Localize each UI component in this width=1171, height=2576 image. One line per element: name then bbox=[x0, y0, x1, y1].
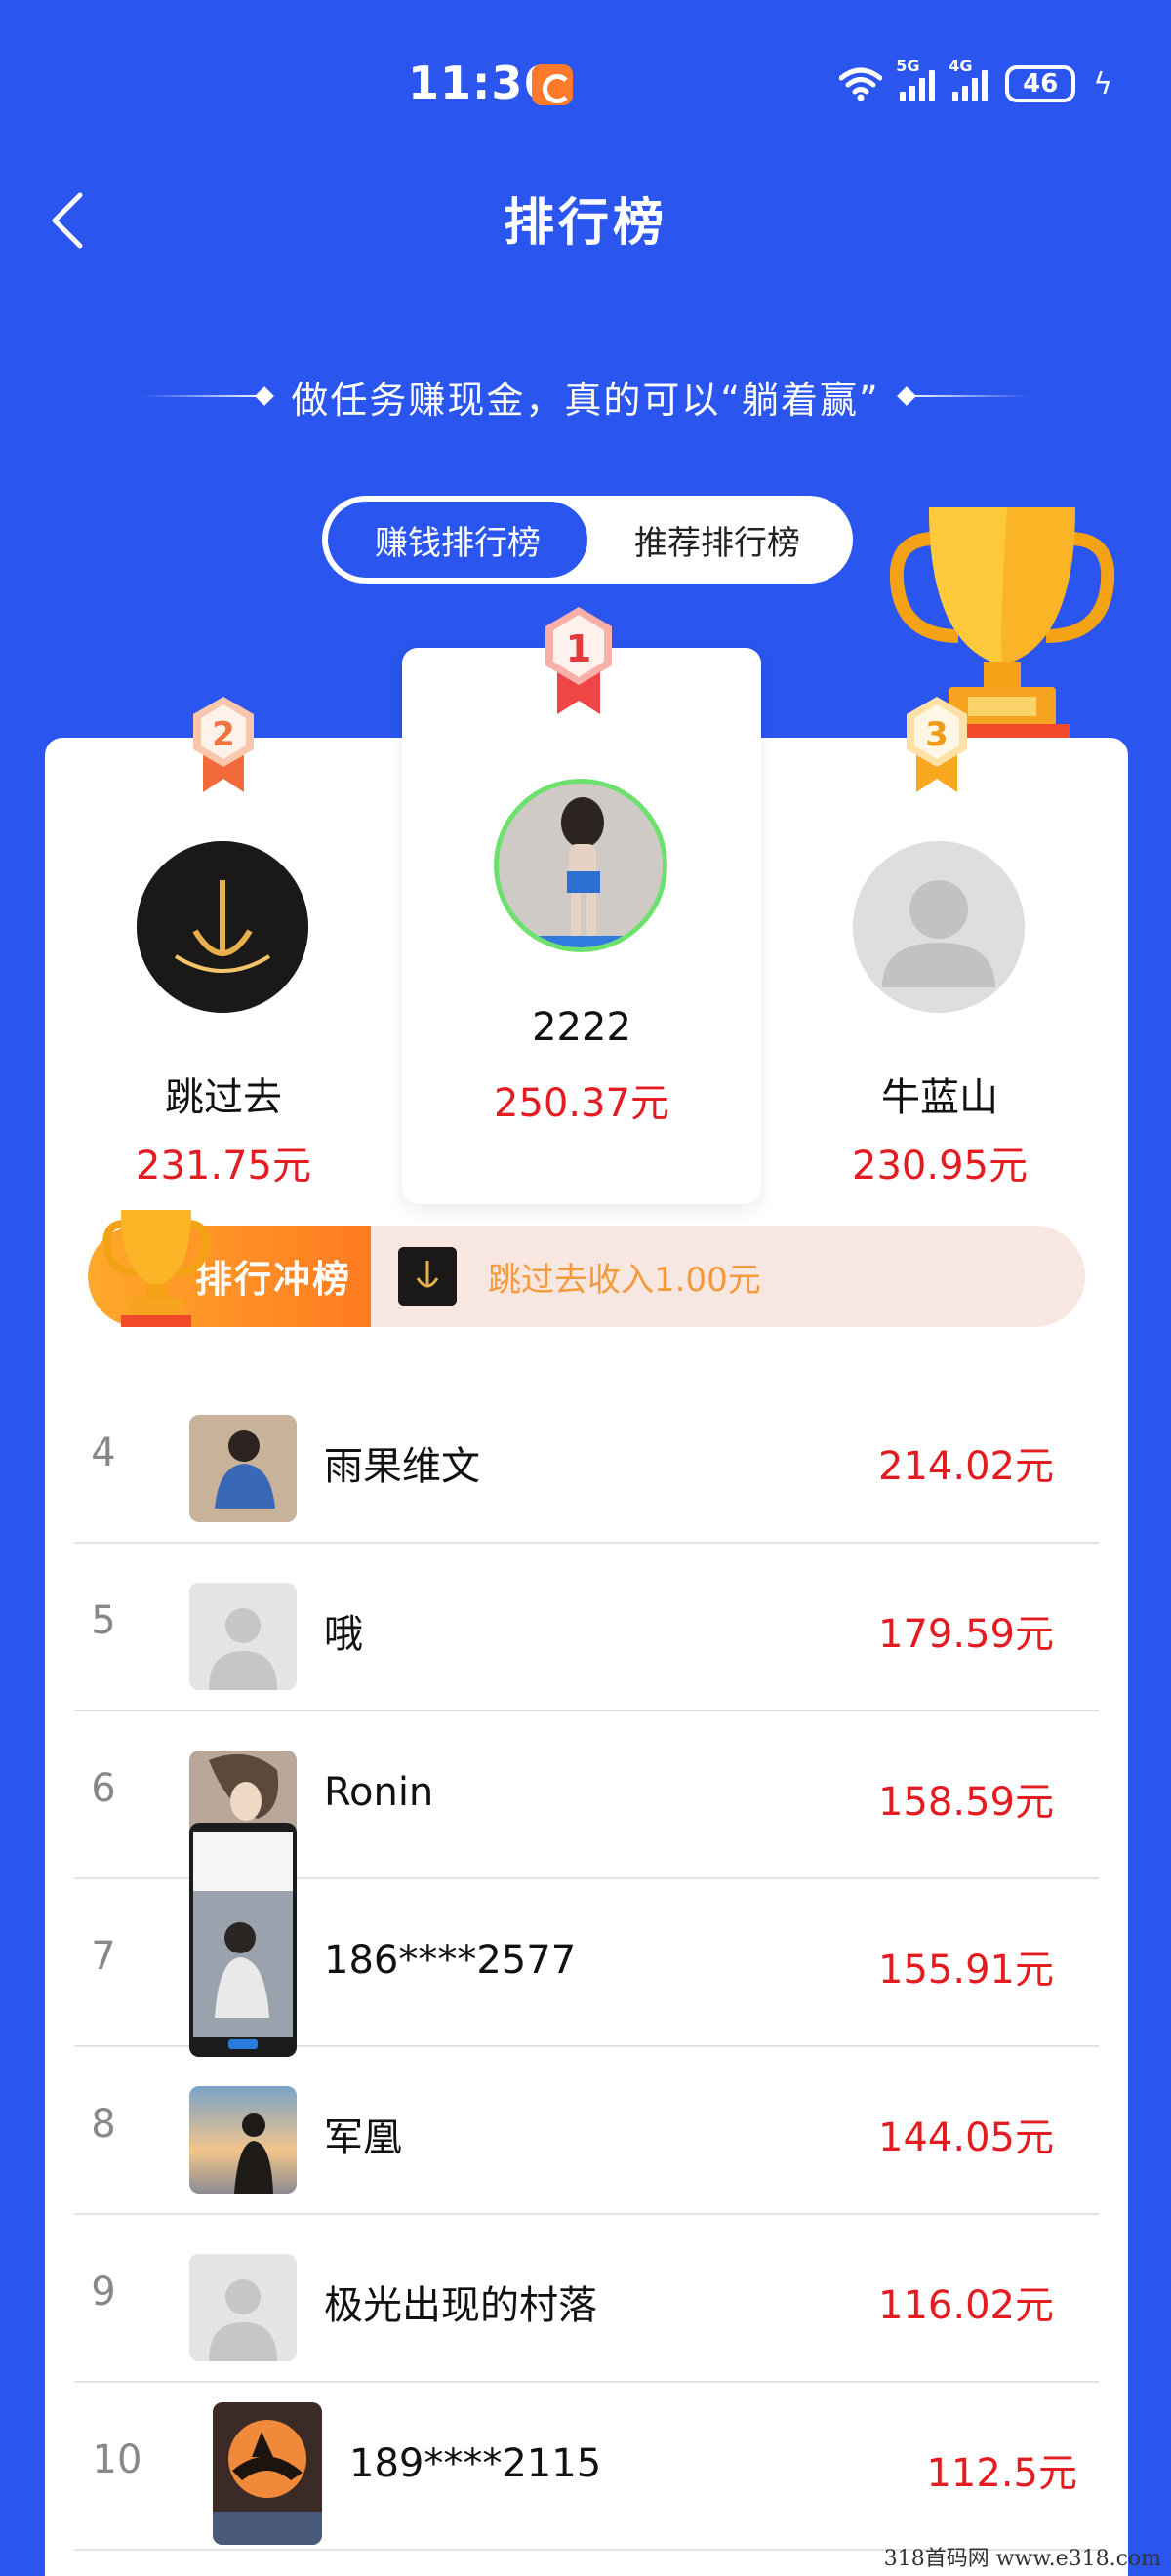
row-avatar bbox=[189, 1415, 297, 1522]
ticker-message: 跳过去收入1.00元 bbox=[488, 1261, 761, 1300]
rank-3-medal-icon: 3 bbox=[907, 697, 967, 792]
row-avatar bbox=[189, 1583, 297, 1690]
page-title: 排行榜 bbox=[503, 194, 667, 253]
ranking-ticker[interactable]: 排行冲榜 跳过去收入1.00元 bbox=[88, 1226, 1085, 1327]
third-place-avatar[interactable] bbox=[853, 841, 1025, 1013]
row-rank: 8 bbox=[91, 2102, 116, 2147]
ranking-row-9[interactable]: 9 极光出现的村落 116.02元 bbox=[74, 2215, 1099, 2383]
notification-app-icon bbox=[532, 64, 573, 105]
wifi-icon bbox=[839, 67, 883, 101]
row-name: 军凰 bbox=[324, 2115, 402, 2160]
slogan-text: 做任务赚现金，真的可以“躺着赢” bbox=[291, 378, 880, 422]
row-amount: 179.59元 bbox=[878, 1612, 1054, 1657]
third-place-amount: 230.95元 bbox=[852, 1144, 1028, 1188]
first-place-avatar[interactable] bbox=[494, 779, 667, 952]
row-rank: 10 bbox=[92, 2437, 142, 2482]
ranking-list: 4 雨果维文 214.02元 5 哦 179.59元 6 Ronin 158.5… bbox=[74, 1376, 1099, 2551]
beach-sunset-photo-image bbox=[189, 2086, 297, 2194]
watermark-text: 318首码网 www.e318.com bbox=[883, 2547, 1161, 2571]
row-avatar bbox=[189, 2254, 297, 2361]
ranking-row-5[interactable]: 5 哦 179.59元 bbox=[74, 1544, 1099, 1711]
row-name: Ronin bbox=[324, 1770, 434, 1815]
signal-5g-icon: 5G bbox=[896, 57, 936, 101]
signal-4g-icon: 4G bbox=[949, 57, 989, 101]
ranking-row-10[interactable]: 10 189****2115 112.5元 bbox=[74, 2383, 1099, 2551]
row-amount: 116.02元 bbox=[878, 2283, 1054, 2328]
ranking-row-8[interactable]: 8 军凰 144.05元 bbox=[74, 2047, 1099, 2215]
row-amount: 214.02元 bbox=[878, 1444, 1054, 1489]
network-4g-label: 4G bbox=[949, 57, 973, 75]
row-avatar bbox=[189, 1823, 297, 2057]
tab-earnings-ranking[interactable]: 赚钱排行榜 bbox=[328, 502, 587, 578]
rank-1-medal-icon: 1 bbox=[545, 607, 612, 714]
network-5g-label: 5G bbox=[896, 57, 920, 75]
default-avatar-icon bbox=[189, 1583, 297, 1690]
rank-3-number: 3 bbox=[925, 715, 949, 754]
row-amount: 158.59元 bbox=[878, 1780, 1054, 1825]
default-avatar-icon bbox=[189, 2254, 297, 2361]
tab-referral-ranking[interactable]: 推荐排行榜 bbox=[587, 502, 847, 578]
user-photo-image bbox=[189, 1415, 297, 1522]
row-rank: 6 bbox=[91, 1766, 116, 1811]
status-indicators: 5G 4G 46 ϟ bbox=[839, 57, 1112, 105]
row-name: 189****2115 bbox=[349, 2441, 602, 2486]
rank-1-number: 1 bbox=[566, 627, 591, 670]
rank-2-medal-icon: 2 bbox=[193, 697, 254, 792]
screenshot-photo-image bbox=[189, 1823, 297, 2057]
row-rank: 7 bbox=[91, 1934, 116, 1979]
second-place-name: 跳过去 bbox=[165, 1075, 282, 1120]
third-place-name: 牛蓝山 bbox=[881, 1075, 998, 1120]
slogan-divider-left bbox=[141, 386, 275, 406]
row-rank: 9 bbox=[91, 2270, 116, 2314]
row-avatar bbox=[189, 2086, 297, 2194]
golden-emblem-image bbox=[137, 841, 308, 1013]
row-rank: 4 bbox=[91, 1430, 116, 1475]
witch-art-image bbox=[213, 2402, 322, 2545]
first-place-name: 2222 bbox=[532, 1005, 631, 1050]
ranking-row-7[interactable]: 7 186****2577 155.91元 bbox=[74, 1823, 1099, 2057]
second-place-amount: 231.75元 bbox=[136, 1144, 311, 1188]
row-name: 186****2577 bbox=[324, 1938, 577, 1983]
row-name: 哦 bbox=[324, 1612, 363, 1657]
slogan-row: 做任务赚现金，真的可以“躺着赢” bbox=[107, 367, 1064, 425]
small-trophy-icon bbox=[102, 1210, 210, 1327]
ticker-badge-label: 排行冲榜 bbox=[195, 1258, 352, 1301]
row-amount: 112.5元 bbox=[926, 2451, 1077, 2496]
ticker-user-avatar bbox=[398, 1247, 457, 1306]
row-avatar bbox=[213, 2402, 322, 2545]
ranking-row-4[interactable]: 4 雨果维文 214.02元 bbox=[74, 1376, 1099, 1544]
row-amount: 155.91元 bbox=[878, 1948, 1054, 1992]
first-place-amount: 250.37元 bbox=[494, 1081, 669, 1126]
default-avatar-icon bbox=[853, 841, 1025, 1013]
rank-2-number: 2 bbox=[212, 715, 235, 754]
golden-emblem-image bbox=[398, 1247, 457, 1306]
ranking-tabs: 赚钱排行榜 推荐排行榜 bbox=[322, 496, 853, 584]
second-place-avatar[interactable] bbox=[137, 841, 308, 1013]
charging-icon: ϟ bbox=[1093, 66, 1112, 101]
row-name: 极光出现的村落 bbox=[324, 2283, 597, 2328]
row-rank: 5 bbox=[91, 1598, 116, 1643]
row-name: 雨果维文 bbox=[324, 1444, 480, 1489]
battery-icon: 46 bbox=[1005, 65, 1076, 102]
row-amount: 144.05元 bbox=[878, 2115, 1054, 2160]
slogan-divider-right bbox=[896, 386, 1030, 406]
